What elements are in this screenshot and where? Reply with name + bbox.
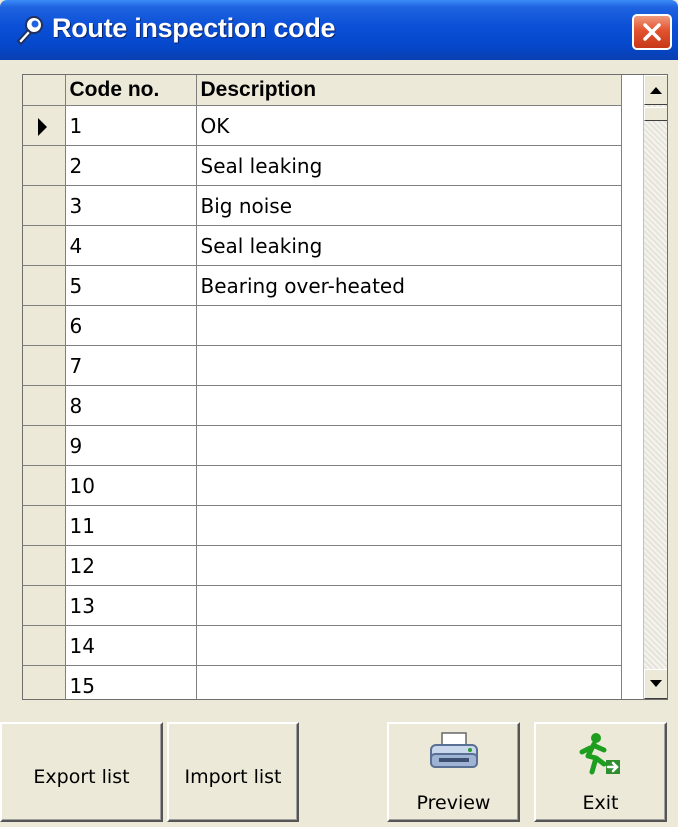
table-row[interactable]: 2 Seal leaking: [23, 145, 622, 186]
code-cell[interactable]: 10: [65, 465, 197, 506]
row-header[interactable]: [23, 425, 66, 466]
description-cell[interactable]: [196, 665, 622, 699]
row-header[interactable]: [23, 345, 66, 386]
description-cell[interactable]: Seal leaking: [196, 145, 622, 186]
export-list-button[interactable]: Export list: [0, 722, 163, 822]
row-header[interactable]: [23, 265, 66, 306]
description-cell[interactable]: [196, 465, 622, 506]
code-cell[interactable]: 12: [65, 545, 197, 586]
column-header-description[interactable]: Description: [196, 75, 622, 106]
table-row[interactable]: 3 Big noise: [23, 185, 622, 226]
window-title: Route inspection code: [52, 13, 336, 43]
description-cell[interactable]: [196, 545, 622, 586]
column-header-code[interactable]: Code no.: [65, 75, 197, 106]
printer-icon: [429, 732, 479, 780]
exit-button[interactable]: Exit: [534, 722, 667, 822]
code-cell[interactable]: 5: [65, 265, 197, 306]
codes-table: Code no. Description 1 OK 2 Seal leaking 3 Bi…: [23, 75, 622, 699]
row-header[interactable]: [23, 665, 66, 699]
vertical-scrollbar[interactable]: [643, 75, 667, 699]
import-list-button[interactable]: Import list: [167, 722, 299, 822]
close-icon: [643, 23, 661, 41]
table-row[interactable]: 7: [23, 345, 622, 386]
description-cell[interactable]: [196, 625, 622, 666]
table-row[interactable]: 14: [23, 625, 622, 666]
row-header[interactable]: [23, 145, 66, 186]
description-cell[interactable]: [196, 385, 622, 426]
code-cell[interactable]: 15: [65, 665, 197, 699]
table-row[interactable]: 6: [23, 305, 622, 346]
title-bar[interactable]: Route inspection code: [0, 0, 678, 60]
running-man-exit-icon: [576, 732, 626, 780]
code-cell[interactable]: 13: [65, 585, 197, 626]
table-row[interactable]: 8: [23, 385, 622, 426]
scroll-down-button[interactable]: [644, 669, 667, 699]
description-cell[interactable]: Bearing over-heated: [196, 265, 622, 306]
wrench-icon: [14, 14, 46, 46]
row-header[interactable]: [23, 465, 66, 506]
row-header[interactable]: [23, 305, 66, 346]
description-cell[interactable]: [196, 305, 622, 346]
description-cell[interactable]: [196, 505, 622, 546]
row-header[interactable]: [23, 625, 66, 666]
row-header[interactable]: [23, 105, 66, 146]
description-cell[interactable]: [196, 345, 622, 386]
preview-label: Preview: [416, 792, 491, 814]
header-row: Code no. Description: [23, 75, 622, 106]
code-cell[interactable]: 3: [65, 185, 197, 226]
dialog-window: Route inspection code Code no. Descripti…: [0, 0, 678, 827]
description-cell[interactable]: OK: [196, 105, 622, 146]
code-cell[interactable]: 6: [65, 305, 197, 346]
row-header[interactable]: [23, 385, 66, 426]
table-row[interactable]: 1 OK: [23, 105, 622, 146]
code-cell[interactable]: 9: [65, 425, 197, 466]
row-header[interactable]: [23, 545, 66, 586]
code-cell[interactable]: 11: [65, 505, 197, 546]
table-row[interactable]: 11: [23, 505, 622, 546]
arrow-down-icon: [650, 680, 662, 687]
row-header[interactable]: [23, 225, 66, 266]
code-cell[interactable]: 14: [65, 625, 197, 666]
description-cell[interactable]: [196, 585, 622, 626]
row-header[interactable]: [23, 185, 66, 226]
exit-label: Exit: [582, 792, 619, 814]
code-cell[interactable]: 1: [65, 105, 197, 146]
code-cell[interactable]: 7: [65, 345, 197, 386]
row-header[interactable]: [23, 505, 66, 546]
table-row[interactable]: 4 Seal leaking: [23, 225, 622, 266]
description-cell[interactable]: Seal leaking: [196, 225, 622, 266]
table-row[interactable]: 12: [23, 545, 622, 586]
row-header[interactable]: [23, 585, 66, 626]
code-cell[interactable]: 4: [65, 225, 197, 266]
description-cell[interactable]: Big noise: [196, 185, 622, 226]
code-cell[interactable]: 8: [65, 385, 197, 426]
corner-cell: [23, 75, 66, 106]
export-list-label: Export list: [33, 766, 130, 788]
table-row[interactable]: 15: [23, 665, 622, 699]
description-cell[interactable]: [196, 425, 622, 466]
table-row[interactable]: 10: [23, 465, 622, 506]
scroll-up-button[interactable]: [644, 75, 667, 105]
scroll-thumb[interactable]: [644, 107, 667, 121]
code-cell[interactable]: 2: [65, 145, 197, 186]
arrow-up-icon: [650, 87, 662, 94]
preview-button[interactable]: Preview: [387, 722, 520, 822]
current-row-indicator-icon: [38, 118, 47, 136]
table-row[interactable]: 9: [23, 425, 622, 466]
import-list-label: Import list: [184, 766, 282, 788]
table-row[interactable]: 5 Bearing over-heated: [23, 265, 622, 306]
close-button[interactable]: [632, 14, 672, 50]
table-row[interactable]: 13: [23, 585, 622, 626]
codes-grid[interactable]: Code no. Description 1 OK 2 Seal leaking 3 Bi…: [22, 74, 668, 700]
